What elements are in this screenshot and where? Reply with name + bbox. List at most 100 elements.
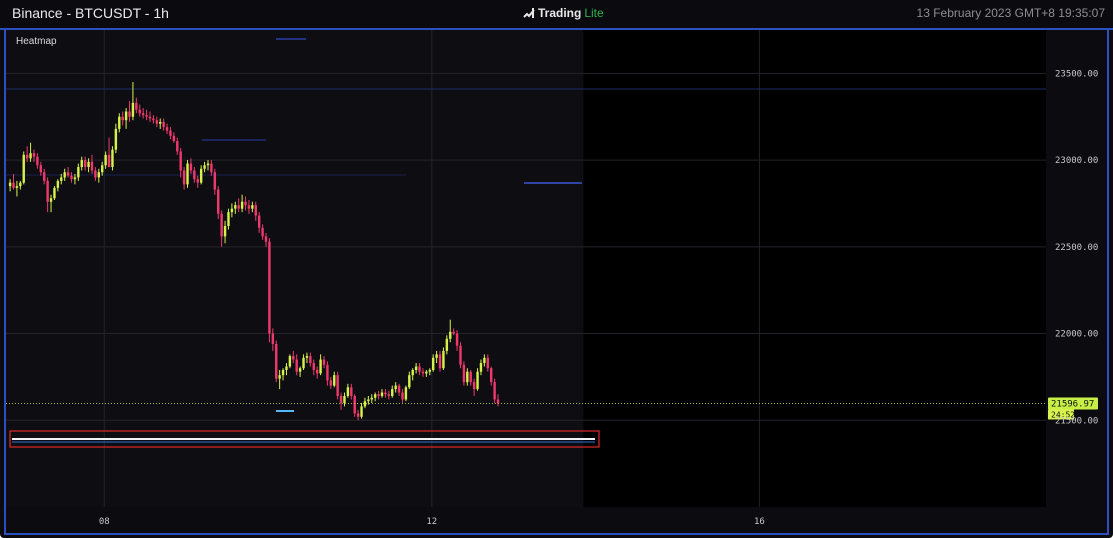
candle-body xyxy=(227,212,230,227)
candle-body xyxy=(36,156,39,166)
candle-body xyxy=(462,364,466,383)
candle-body xyxy=(176,141,179,152)
candle-body xyxy=(377,394,380,396)
candle-body xyxy=(401,392,404,400)
candle-body xyxy=(271,333,275,344)
candle-body xyxy=(39,165,43,173)
candle-body xyxy=(343,395,346,403)
candle-body xyxy=(220,213,223,237)
candle-body xyxy=(148,116,152,119)
candle-body xyxy=(496,399,500,404)
candle-body xyxy=(452,331,455,334)
candle-body xyxy=(336,375,339,396)
candlestick-chart[interactable]: 21596.9724:52 23500.0023000.0022500.0022… xyxy=(6,30,1107,533)
x-tick-label: 16 xyxy=(754,517,765,527)
candle-body xyxy=(77,167,80,178)
candle-body xyxy=(159,121,162,124)
candle-body xyxy=(251,205,254,209)
candle-body xyxy=(189,163,193,171)
candle-body xyxy=(466,371,469,383)
candle-body xyxy=(101,165,104,173)
candle-body xyxy=(281,369,285,376)
candle-body xyxy=(223,226,227,237)
candle-body xyxy=(275,343,278,379)
candle-body xyxy=(32,153,36,157)
candle-body xyxy=(459,345,462,365)
candle-body xyxy=(162,121,165,128)
price-axis-background xyxy=(1046,30,1107,533)
candle-body xyxy=(421,371,425,374)
y-tick-label: 23000.00 xyxy=(1055,156,1098,166)
chart-pair-title: Binance - BTCUSDT - 1h xyxy=(12,5,169,21)
candle-body xyxy=(128,111,131,117)
candle-body xyxy=(152,118,155,121)
candle-body xyxy=(445,338,449,351)
candle-body xyxy=(237,205,240,209)
candle-body xyxy=(19,182,22,187)
brand-name: Trading xyxy=(538,6,582,20)
candle-body xyxy=(397,385,401,393)
candle-body xyxy=(408,375,411,388)
candle-body xyxy=(203,165,206,169)
candle-body xyxy=(435,354,438,358)
candle-body xyxy=(319,359,322,374)
candle-body xyxy=(87,161,90,168)
brand-suffix: Lite xyxy=(584,6,604,20)
candle-body xyxy=(428,369,431,372)
candle-body xyxy=(442,350,445,369)
candle-body xyxy=(438,354,442,369)
candle-body xyxy=(165,127,169,131)
title-bar: Binance - BTCUSDT - 1h Trading Lite 13 Fe… xyxy=(0,0,1113,30)
candle-body xyxy=(196,179,199,183)
candle-body xyxy=(70,175,73,180)
candle-body xyxy=(326,364,329,381)
candle-body xyxy=(285,366,288,370)
candle-body xyxy=(363,401,367,407)
candle-body xyxy=(247,205,251,209)
candle-body xyxy=(97,172,101,178)
y-tick-label: 22000.00 xyxy=(1055,330,1098,340)
candle-body xyxy=(483,357,486,364)
candle-body xyxy=(94,170,97,178)
candle-body xyxy=(384,392,387,395)
candle-body xyxy=(206,163,210,166)
candle-body xyxy=(83,160,87,168)
candle-body xyxy=(350,387,353,396)
last-price-value: 21596.97 xyxy=(1051,399,1094,409)
candle-body xyxy=(373,394,377,398)
candle-body xyxy=(309,356,312,364)
indicator-heatmap-label[interactable]: Heatmap xyxy=(16,36,57,47)
candle-body xyxy=(367,399,370,402)
candle-body xyxy=(186,163,189,185)
brand-logo[interactable]: Trading Lite xyxy=(523,6,604,20)
y-tick-label: 21500.00 xyxy=(1055,416,1098,426)
chart-panel[interactable]: 21596.97 24:52 23500.00 23000.00 22500.00 22… xyxy=(4,30,1109,535)
candle-body xyxy=(80,160,83,168)
candle-body xyxy=(360,406,363,417)
candle-body xyxy=(169,130,172,136)
candle-body xyxy=(121,116,124,121)
candle-body xyxy=(476,371,479,390)
candle-body xyxy=(278,375,281,379)
candle-body xyxy=(418,366,421,372)
y-tick-label: 22500.00 xyxy=(1055,243,1098,253)
candle-body xyxy=(305,356,309,358)
candle-body xyxy=(145,114,148,117)
candle-body xyxy=(240,201,244,209)
candle-body xyxy=(155,120,159,124)
candle-body xyxy=(489,368,493,383)
candle-body xyxy=(60,177,63,181)
y-tick-label: 23500.00 xyxy=(1055,69,1098,79)
candle-body xyxy=(333,375,336,386)
candle-body xyxy=(172,135,176,142)
candle-body xyxy=(141,113,145,115)
candle-body xyxy=(455,333,459,346)
candle-body xyxy=(138,109,141,114)
candle-body xyxy=(111,149,114,168)
candle-body xyxy=(391,389,394,396)
candle-body xyxy=(135,102,138,110)
candle-body xyxy=(124,111,128,121)
candle-body xyxy=(22,154,25,183)
candle-body xyxy=(66,172,70,176)
candle-body xyxy=(380,392,384,396)
